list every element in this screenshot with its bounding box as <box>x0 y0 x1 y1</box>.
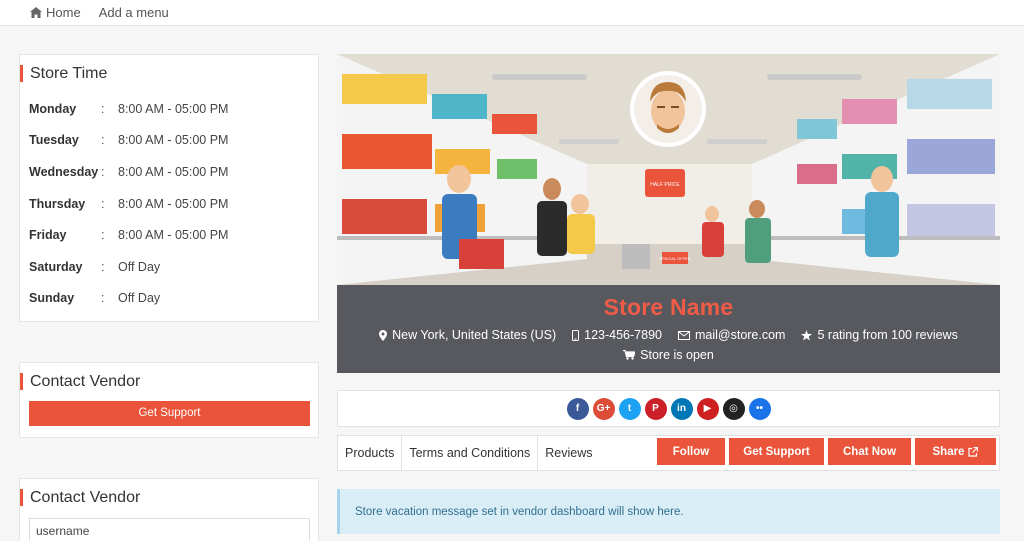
tab-reviews[interactable]: Reviews <box>538 436 599 470</box>
hours-separator: : <box>101 291 105 306</box>
share-button[interactable]: Share <box>915 438 996 465</box>
twitter-icon[interactable]: t <box>618 397 641 420</box>
nav-add-menu-label: Add a menu <box>98 5 169 20</box>
store-rating: 5 rating from 100 reviews <box>801 328 958 342</box>
contact-vendor-form-widget: Contact Vendor <box>19 478 319 541</box>
day-label: Monday <box>29 101 77 116</box>
chat-now-button[interactable]: Chat Now <box>828 438 911 465</box>
hours-row-tuesday: Tuesday:8:00 AM - 05:00 PM <box>20 125 318 157</box>
envelope-icon <box>677 330 690 340</box>
share-button-label: Share <box>932 445 965 458</box>
supermarket-illustration: HALF PRICE SPECIAL OFFER <box>337 54 1000 285</box>
hours-row-saturday: Saturday: Off Day <box>20 251 318 283</box>
hours-separator: : <box>101 196 105 211</box>
store-hours-list: Monday:8:00 AM - 05:00 PM Tuesday:8:00 A… <box>20 93 318 314</box>
star-icon <box>801 329 813 341</box>
day-label: Sunday <box>29 291 75 306</box>
home-icon <box>30 7 42 18</box>
hours-separator: : <box>101 133 105 148</box>
day-label: Wednesday <box>29 164 99 179</box>
store-name: Store Name <box>603 294 734 320</box>
youtube-icon[interactable]: ▶ <box>696 397 719 420</box>
store-email-text: mail@store.com <box>694 328 786 342</box>
store-location: New York, United States (US) <box>379 328 556 342</box>
hours-value: 8:00 AM - 05:00 PM <box>118 228 229 243</box>
follow-button[interactable]: Follow <box>657 438 725 465</box>
tab-terms-and-conditions[interactable]: Terms and Conditions <box>402 436 539 470</box>
hours-value: Off Day <box>118 291 161 306</box>
hours-value: 8:00 AM - 05:00 PM <box>118 196 229 211</box>
get-support-action-button[interactable]: Get Support <box>729 438 824 465</box>
flickr-icon[interactable]: •• <box>748 397 771 420</box>
linkedin-icon[interactable]: in <box>670 397 693 420</box>
hours-separator: : <box>101 259 105 274</box>
day-label: Saturday <box>29 259 83 274</box>
hours-value: 8:00 AM - 05:00 PM <box>118 101 229 116</box>
store-email[interactable]: mail@store.com <box>677 328 786 342</box>
contact-vendor-title: Contact Vendor <box>20 373 318 390</box>
hours-separator: : <box>101 164 105 179</box>
hours-value: Off Day <box>118 259 161 274</box>
username-field[interactable] <box>29 518 310 541</box>
nav-home[interactable]: Home <box>30 5 81 20</box>
external-link-icon <box>968 446 979 457</box>
tab-products[interactable]: Products <box>338 436 403 470</box>
store-status: Store is open <box>337 348 1000 362</box>
store-banner: HALF PRICE SPECIAL OFFER Store Name New … <box>337 54 1000 373</box>
instagram-icon[interactable]: ◎ <box>722 397 745 420</box>
store-phone: 123-456-7890 <box>572 328 662 342</box>
special-offer-sign: SPECIAL OFFER <box>659 256 691 261</box>
store-info-panel: Store Name New York, United States (US) … <box>337 285 1000 373</box>
map-marker-icon <box>379 329 388 341</box>
day-label: Thursday <box>29 196 86 211</box>
hours-row-wednesday: Wednesday:8:00 AM - 05:00 PM <box>20 156 318 188</box>
store-contact-line: New York, United States (US) 123-456-789… <box>337 328 1000 342</box>
hours-row-thursday: Thursday:8:00 AM - 05:00 PM <box>20 188 318 220</box>
hours-row-monday: Monday:8:00 AM - 05:00 PM <box>20 93 318 125</box>
hours-row-sunday: Sunday: Off Day <box>20 283 318 315</box>
shopping-cart-icon <box>623 350 636 360</box>
mobile-phone-icon <box>572 329 580 341</box>
tabs-spacer <box>600 436 656 470</box>
vacation-notice: Store vacation message set in vendor das… <box>337 489 1000 534</box>
store-status-text: Store is open <box>640 348 714 362</box>
facebook-icon[interactable]: f <box>566 397 589 420</box>
store-tabs-bar: Products Terms and Conditions Reviews Fo… <box>337 435 1000 471</box>
pinterest-icon[interactable]: P <box>644 397 667 420</box>
contact-vendor-widget: Contact Vendor Get Support <box>19 362 319 438</box>
hours-separator: : <box>101 101 105 116</box>
get-support-button[interactable]: Get Support <box>29 401 310 426</box>
store-rating-text: 5 rating from 100 reviews <box>817 328 958 342</box>
store-avatar <box>630 71 706 147</box>
social-links-bar: f G+ t P in ▶ ◎ •• <box>337 390 1000 427</box>
hours-value: 8:00 AM - 05:00 PM <box>118 133 229 148</box>
day-label: Tuesday <box>29 133 79 148</box>
store-time-title: Store Time <box>20 65 318 82</box>
hours-value: 8:00 AM - 05:00 PM <box>118 164 229 179</box>
day-label: Friday <box>29 228 67 243</box>
nav-add-menu[interactable]: Add a menu <box>99 5 169 20</box>
store-time-widget: Store Time Monday:8:00 AM - 05:00 PM Tue… <box>19 54 319 322</box>
store-phone-text: 123-456-7890 <box>584 328 662 342</box>
nav-home-label: Home <box>46 5 81 20</box>
google-plus-icon[interactable]: G+ <box>592 397 615 420</box>
half-price-sign: HALF PRICE <box>650 182 680 188</box>
hours-row-friday: Friday:8:00 AM - 05:00 PM <box>20 219 318 251</box>
top-navigation: Home Add a menu <box>0 0 1024 26</box>
contact-vendor-form-title: Contact Vendor <box>20 489 318 506</box>
vacation-message: Store vacation message set in vendor das… <box>355 505 684 518</box>
hours-separator: : <box>101 228 105 243</box>
store-location-text: New York, United States (US) <box>392 328 557 342</box>
